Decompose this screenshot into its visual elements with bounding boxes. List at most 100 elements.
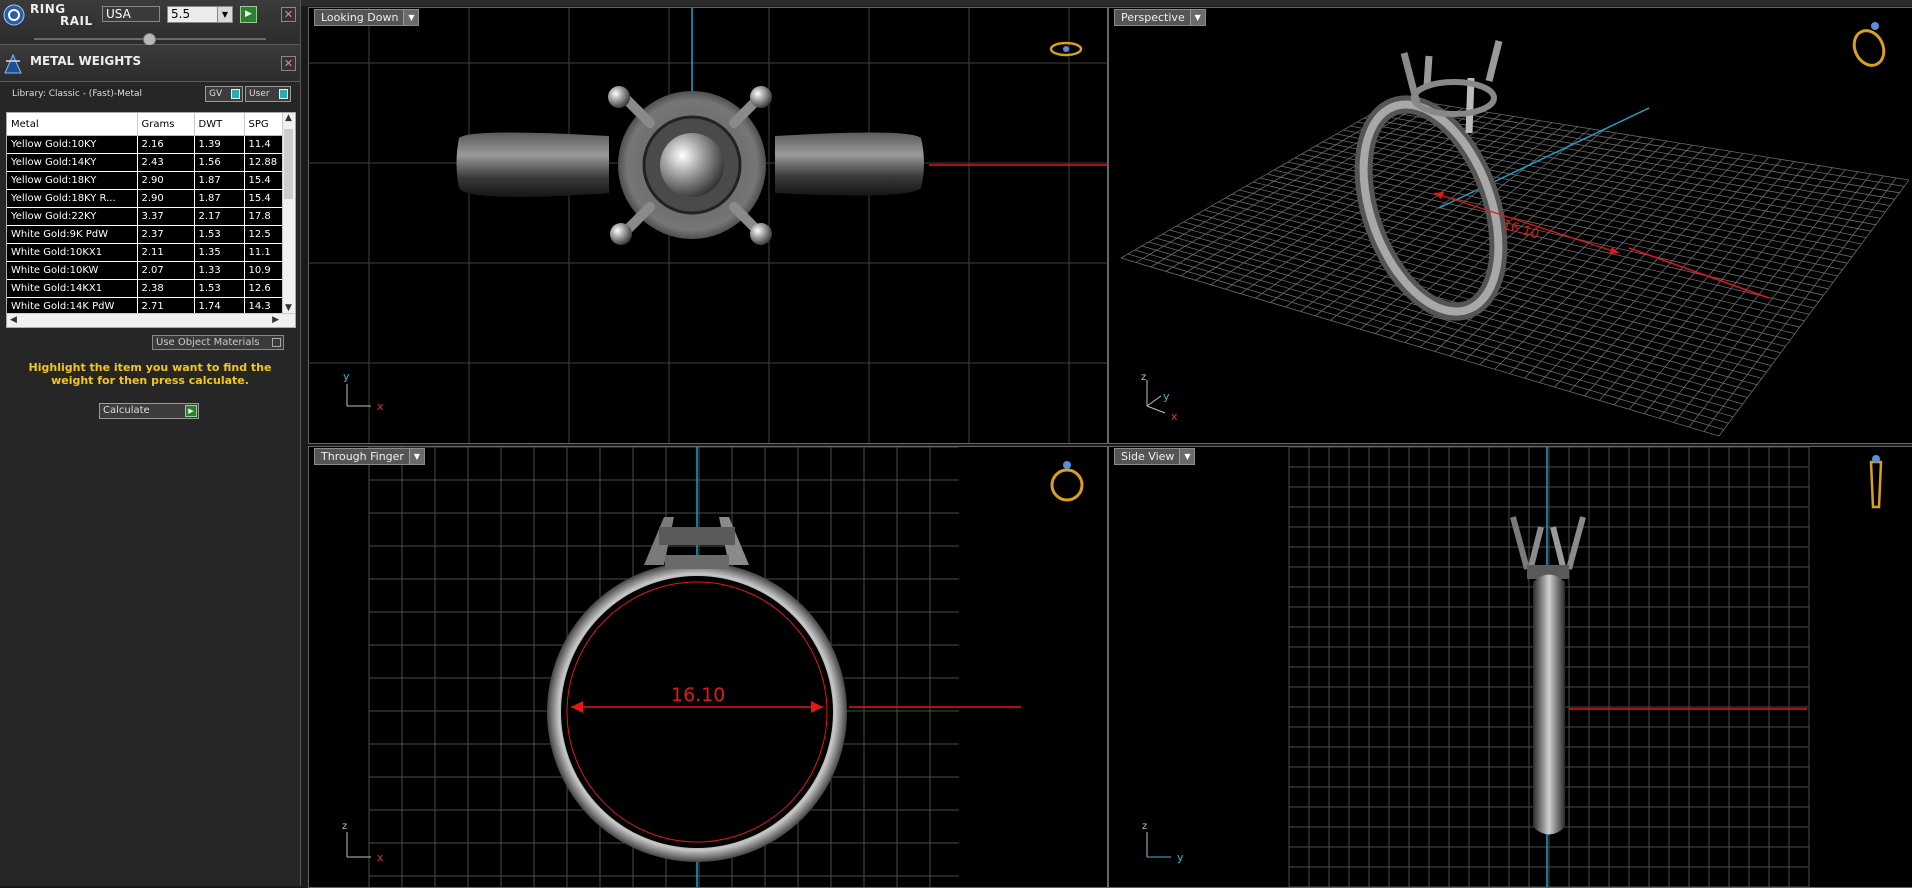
viewport-title: Side View xyxy=(1121,450,1175,463)
viewport-menu-through-finger[interactable]: Through Finger ▼ xyxy=(314,448,425,465)
cell-grams: 2.90 xyxy=(137,189,195,208)
column-header-dwt[interactable]: DWT xyxy=(194,113,245,136)
user-toggle-label: User xyxy=(249,89,270,99)
viewport-looking-down[interactable]: y x Looking Down ▼ xyxy=(308,7,1108,444)
table-row[interactable]: White Gold:9K PdW 2.37 1.53 12.5 xyxy=(7,225,288,244)
cell-grams: 2.07 xyxy=(137,261,195,280)
ring-orientation-icon[interactable] xyxy=(1049,41,1083,57)
column-header-metal[interactable]: Metal xyxy=(7,113,138,136)
ring-orientation-icon[interactable] xyxy=(1869,455,1883,509)
use-object-materials-label: Use Object Materials xyxy=(156,337,260,348)
chevron-down-icon[interactable]: ▼ xyxy=(217,7,232,22)
cell-dwt: 1.87 xyxy=(194,189,245,208)
checkbox-icon[interactable] xyxy=(272,338,281,347)
scroll-up-icon[interactable]: ▲ xyxy=(285,113,292,123)
cell-metal: White Gold:10KX1 xyxy=(7,243,138,262)
cell-spg: 12.88 xyxy=(244,153,288,172)
library-label: Library: Classic - (Fast)-Metal xyxy=(12,89,143,99)
cell-spg: 12.5 xyxy=(244,225,288,244)
viewport-title: Through Finger xyxy=(321,450,404,463)
table-row[interactable]: Yellow Gold:18KY 2.90 1.87 15.4 xyxy=(7,171,288,190)
user-toggle[interactable]: User xyxy=(245,86,291,102)
ring-size-value: 5.5 xyxy=(171,7,191,21)
front-view-canvas: 16.10 z x xyxy=(342,447,1084,887)
perspective-grid xyxy=(1120,97,1910,437)
cell-grams: 2.38 xyxy=(137,279,195,298)
scroll-left-icon[interactable]: ◀ xyxy=(10,315,17,325)
cell-grams: 2.37 xyxy=(137,225,195,244)
cell-spg: 15.4 xyxy=(244,171,288,190)
cell-spg: 12.6 xyxy=(244,279,288,298)
chevron-down-icon[interactable]: ▼ xyxy=(403,10,419,25)
left-panel: RING RAIL USA 5.5 ▼ ▶ ✕ METAL WEIGHTS ✕ … xyxy=(0,0,301,886)
scrollbar-thumb[interactable] xyxy=(284,129,293,199)
table-row[interactable]: White Gold:10KX1 2.11 1.35 11.1 xyxy=(7,243,288,262)
ring-orientation-icon[interactable] xyxy=(1050,461,1084,502)
calculate-button[interactable]: Calculate ▶ xyxy=(99,403,199,419)
metal-weights-header: METAL WEIGHTS ✕ xyxy=(0,45,300,82)
viewport-menu-perspective[interactable]: Perspective ▼ xyxy=(1114,9,1206,26)
table-row[interactable]: Yellow Gold:22KY 3.37 2.17 17.8 xyxy=(7,207,288,226)
cell-dwt: 1.39 xyxy=(194,135,245,154)
table-vertical-scrollbar[interactable]: ▲ ▼ xyxy=(282,113,295,313)
top-view-canvas: y x xyxy=(309,8,1107,443)
cell-spg: 11.4 xyxy=(244,135,288,154)
axis-label-y: y xyxy=(1163,390,1170,403)
close-metal-weights-button[interactable]: ✕ xyxy=(281,56,296,71)
ring-rail-header: RING RAIL USA 5.5 ▼ ▶ ✕ xyxy=(0,0,300,46)
chevron-down-icon[interactable]: ▼ xyxy=(1179,449,1195,464)
column-header-spg[interactable]: SPG xyxy=(244,113,288,136)
column-header-grams[interactable]: Grams xyxy=(137,113,195,136)
viewport-menu-side-view[interactable]: Side View ▼ xyxy=(1114,448,1196,465)
viewport-title: Perspective xyxy=(1121,11,1185,24)
cell-spg: 15.4 xyxy=(244,189,288,208)
table-row[interactable]: Yellow Gold:18KY R... 2.90 1.87 15.4 xyxy=(7,189,288,208)
cell-grams: 2.11 xyxy=(137,243,195,262)
gv-toggle[interactable]: GV xyxy=(205,86,243,102)
user-switch-icon xyxy=(279,89,288,99)
metal-weights-title: METAL WEIGHTS xyxy=(30,54,142,68)
front-diameter-label: 16.10 xyxy=(671,684,725,706)
country-field[interactable]: USA xyxy=(102,6,160,22)
ring-orientation-icon[interactable] xyxy=(1849,22,1890,70)
cell-dwt: 1.53 xyxy=(194,279,245,298)
chevron-down-icon[interactable]: ▼ xyxy=(1189,10,1205,25)
ring-size-select[interactable]: 5.5 ▼ xyxy=(167,6,233,23)
table-header-row: Metal Grams DWT SPG xyxy=(7,113,288,136)
axis-label-z: z xyxy=(1142,821,1147,832)
axis-indicator: z y xyxy=(1142,821,1184,864)
cell-spg: 17.8 xyxy=(244,207,288,226)
ring-rail-logo-icon xyxy=(3,4,25,26)
ring-rail-title-line2: RAIL xyxy=(60,14,93,28)
cell-metal: White Gold:14KX1 xyxy=(7,279,138,298)
cell-metal: Yellow Gold:18KY R... xyxy=(7,189,138,208)
play-icon: ▶ xyxy=(185,405,197,417)
cell-grams: 2.16 xyxy=(137,135,195,154)
table-row[interactable]: Yellow Gold:10KY 2.16 1.39 11.4 xyxy=(7,135,288,154)
axis-label-z: z xyxy=(1141,372,1146,383)
perspective-canvas: 16.10 z y x xyxy=(1120,22,1910,437)
cell-dwt: 1.35 xyxy=(194,243,245,262)
use-object-materials-checkbox[interactable]: Use Object Materials xyxy=(152,335,284,350)
cell-metal: White Gold:9K PdW xyxy=(7,225,138,244)
viewport-tab-strip xyxy=(300,0,1912,6)
viewport-title: Looking Down xyxy=(321,11,399,24)
viewport-menu-looking-down[interactable]: Looking Down ▼ xyxy=(314,9,420,26)
table-row[interactable]: White Gold:14KX1 2.38 1.53 12.6 xyxy=(7,279,288,298)
axis-label-x: x xyxy=(377,400,384,413)
close-ring-rail-button[interactable]: ✕ xyxy=(281,7,296,22)
scroll-down-icon[interactable]: ▼ xyxy=(285,303,292,313)
table-row[interactable]: Yellow Gold:14KY 2.43 1.56 12.88 xyxy=(7,153,288,172)
viewport-side-view[interactable]: z y Side View ▼ xyxy=(1108,446,1912,888)
gv-switch-icon xyxy=(231,89,240,99)
table-horizontal-scrollbar[interactable]: ◀ ▶ xyxy=(7,313,295,327)
chevron-down-icon[interactable]: ▼ xyxy=(408,449,424,464)
ring-rail-title: RING RAIL xyxy=(30,3,93,27)
viewport-perspective[interactable]: 16.10 z y x Perspective ▼ xyxy=(1108,7,1912,444)
axis-label-x: x xyxy=(377,851,384,864)
apply-size-button[interactable]: ▶ xyxy=(240,6,257,23)
scroll-right-icon[interactable]: ▶ xyxy=(272,315,279,325)
axis-label-x: x xyxy=(1171,410,1178,423)
table-row[interactable]: White Gold:10KW 2.07 1.33 10.9 xyxy=(7,261,288,280)
viewport-through-finger[interactable]: 16.10 z x Through Finger ▼ xyxy=(308,446,1108,888)
